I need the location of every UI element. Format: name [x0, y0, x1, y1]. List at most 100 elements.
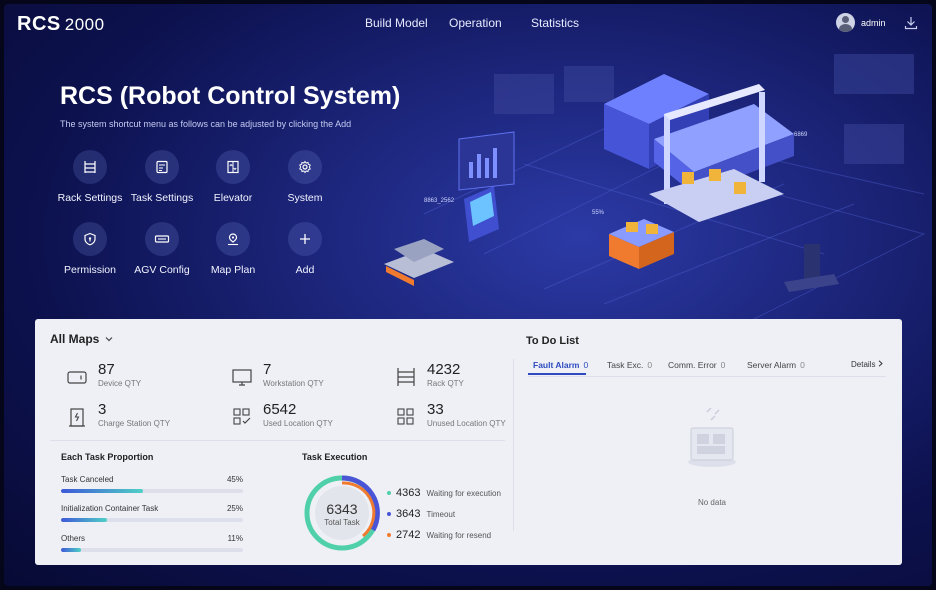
charge-station-icon	[69, 408, 85, 427]
nav-statistics[interactable]: Statistics	[531, 16, 579, 30]
proportion-fill	[61, 518, 107, 522]
proportion-label: Others	[61, 534, 86, 543]
warehouse-illustration: 8863_2562 55% 6869	[384, 54, 926, 319]
todo-title: To Do List	[526, 335, 579, 347]
stat-rack: 4232 Rack QTY	[395, 362, 464, 388]
stat-label: Workstation QTY	[263, 379, 324, 388]
shortcut-label: Elevator	[213, 192, 253, 204]
stat-label: Rack QTY	[427, 379, 464, 388]
stat-unused-location: 33 Unused Location QTY	[395, 402, 506, 428]
task-execution-donut: 6343 Total Task	[304, 475, 380, 551]
hero-subtitle: The system shortcut menu as follows can …	[60, 119, 352, 129]
logo-version: 2000	[64, 15, 105, 34]
shortcut-map-plan[interactable]: Map Plan	[193, 222, 273, 276]
tab-label: Comm. Error	[668, 360, 717, 370]
shortcut-label: Map Plan	[210, 264, 256, 276]
device-icon	[67, 371, 87, 384]
app-logo[interactable]: RCS 2000	[17, 13, 105, 36]
shortcut-label: Task Settings	[130, 192, 194, 204]
shortcut-label: System	[287, 192, 323, 204]
details-label: Details	[851, 360, 876, 369]
shortcut-system[interactable]: System	[265, 150, 345, 204]
dashboard-panel: All Maps 87 Device QTY 7 Workstation QTY 4…	[35, 319, 902, 565]
tab-count: 0	[800, 360, 805, 370]
proportion-title: Each Task Proportion	[61, 452, 154, 462]
stat-label: Used Location QTY	[263, 419, 333, 428]
chevron-right-icon	[878, 360, 883, 367]
shortcut-task-settings[interactable]: Task Settings	[122, 150, 202, 204]
divider	[50, 440, 505, 441]
gear-icon	[288, 150, 322, 184]
avatar	[836, 13, 855, 32]
stat-label: Unused Location QTY	[427, 419, 506, 428]
shortcut-add[interactable]: Add	[265, 222, 345, 276]
stat-label: Device QTY	[98, 379, 142, 388]
shortcut-label: AGV Config	[134, 264, 190, 276]
tab-comm-error[interactable]: Comm. Error 0	[668, 360, 725, 370]
download-icon[interactable]	[904, 16, 918, 30]
stat-charge-station: 3 Charge Station QTY	[66, 402, 170, 428]
proportion-percent: 11%	[227, 534, 243, 543]
todo-tabs: Fault Alarm 0 Task Exc. 0 Comm. Error 0 Ser…	[528, 357, 886, 377]
shortcut-elevator[interactable]: Elevator	[193, 150, 273, 204]
legend-label: Waiting for execution	[426, 488, 501, 498]
shortcut-agv-config[interactable]: AGV Config	[122, 222, 202, 276]
shield-icon	[73, 222, 107, 256]
tab-label: Fault Alarm	[533, 360, 580, 370]
proportion-fill	[61, 489, 143, 493]
proportion-item: Others 11%	[61, 534, 243, 552]
proportion-bar	[61, 548, 243, 552]
shortcut-label: Rack Settings	[57, 192, 123, 204]
stat-value: 87	[98, 361, 115, 378]
legend-item: 2742 Waiting for resend	[387, 529, 491, 541]
rack-icon	[397, 368, 415, 386]
legend-dot	[387, 491, 391, 495]
monitor-icon	[232, 369, 252, 386]
agv-icon	[145, 222, 179, 256]
maps-selector[interactable]: All Maps	[50, 332, 113, 346]
details-link[interactable]: Details	[851, 360, 883, 369]
stat-label: Charge Station QTY	[98, 419, 171, 428]
proportion-fill	[61, 548, 82, 552]
legend-item: 4363 Waiting for execution	[387, 487, 501, 499]
legend-label: Waiting for resend	[426, 530, 492, 540]
maps-selector-label: All Maps	[50, 332, 100, 346]
empty-state-text: No data	[697, 498, 727, 507]
illus-label-2: 55%	[592, 210, 605, 216]
proportion-percent: 45%	[226, 475, 243, 484]
total-label: Total Task	[324, 518, 360, 527]
legend-item: 3643 Timeout	[387, 508, 455, 520]
tab-label: Task Exc.	[607, 360, 644, 370]
nav-operation[interactable]: Operation	[449, 16, 502, 30]
unused-location-icon	[397, 408, 414, 425]
proportion-item: Initialization Container Task 25%	[61, 504, 243, 522]
tab-label: Server Alarm	[747, 360, 797, 370]
legend-value: 3643	[396, 508, 421, 520]
rack-icon	[73, 150, 107, 184]
proportion-bar	[61, 518, 243, 522]
user-name: admin	[861, 17, 886, 28]
legend-value: 2742	[396, 529, 421, 541]
used-location-icon	[233, 408, 251, 425]
proportion-item: Task Canceled 45%	[61, 475, 243, 493]
shortcut-label: Add	[295, 264, 315, 276]
tab-fault-alarm[interactable]: Fault Alarm 0	[533, 360, 588, 370]
elevator-icon	[216, 150, 250, 184]
shortcut-permission[interactable]: Permission	[50, 222, 130, 276]
task-icon	[145, 150, 179, 184]
legend-value: 4363	[396, 487, 421, 499]
stat-value: 6542	[263, 401, 297, 418]
stat-value: 3	[98, 401, 107, 418]
user-menu[interactable]: admin	[836, 13, 886, 32]
tab-count: 0	[647, 360, 653, 370]
tab-task-exc[interactable]: Task Exc. 0	[607, 360, 652, 370]
proportion-label: Task Canceled	[61, 475, 114, 484]
tab-server-alarm[interactable]: Server Alarm 0	[747, 360, 805, 370]
shortcut-rack-settings[interactable]: Rack Settings	[50, 150, 130, 204]
tab-count: 0	[583, 360, 589, 370]
nav-build-model[interactable]: Build Model	[365, 16, 428, 30]
legend-dot	[387, 533, 391, 537]
plus-icon	[288, 222, 322, 256]
proportion-label: Initialization Container Task	[61, 504, 159, 513]
logo-text: RCS	[17, 13, 61, 35]
